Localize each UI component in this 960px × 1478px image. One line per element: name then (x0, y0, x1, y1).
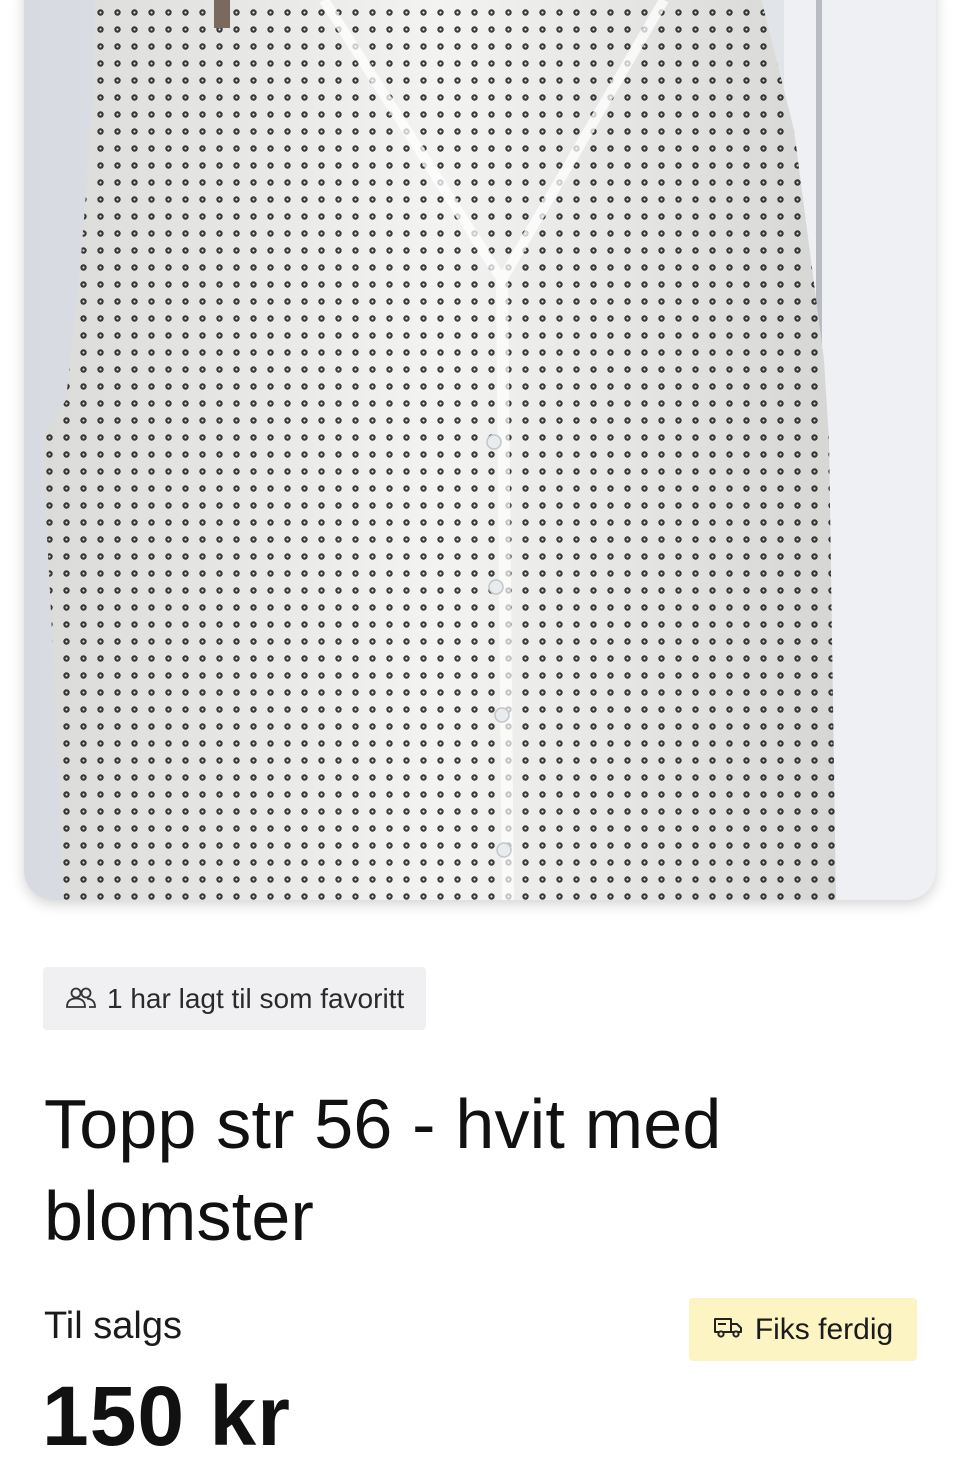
truck-icon (713, 1313, 743, 1347)
fiks-ferdig-label: Fiks ferdig (754, 1312, 894, 1346)
favorites-count-badge: 1 har lagt til som favoritt (43, 967, 427, 1030)
favorites-count-text: 1 har lagt til som favoritt (107, 982, 405, 1014)
listing-status: Til salgs (44, 1305, 182, 1347)
fiks-ferdig-badge: Fiks ferdig (689, 1298, 917, 1361)
listing-title: Topp str 56 - hvit med blomster (44, 1085, 722, 1255)
product-photo (24, 0, 936, 900)
listing-price: 150 kr (42, 1369, 291, 1463)
people-icon (65, 983, 97, 1015)
product-image[interactable] (24, 0, 936, 900)
